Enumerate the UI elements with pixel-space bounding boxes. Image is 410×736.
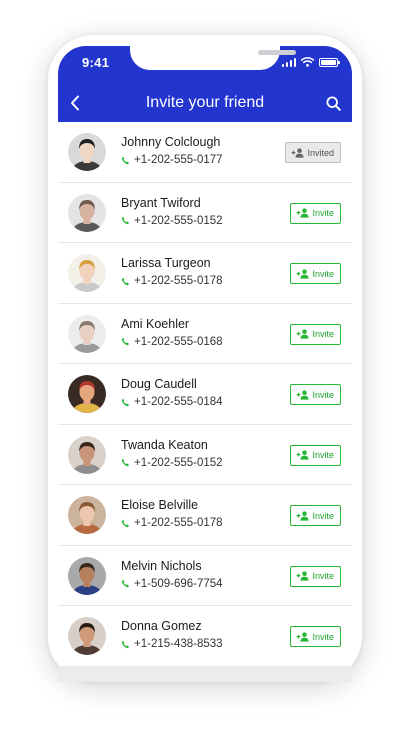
contact-row[interactable]: Melvin Nichols +1-509-696-7754 Invite: [58, 545, 352, 606]
contact-phone: +1-202-555-0152: [121, 457, 223, 469]
invite-button[interactable]: Invite: [290, 444, 341, 466]
invite-button[interactable]: Invite: [290, 565, 341, 587]
invite-button[interactable]: Invite: [290, 202, 341, 224]
signal-icon: [281, 57, 296, 67]
contact-row[interactable]: Larissa Turgeon +1-202-555-0178 Invite: [58, 243, 352, 304]
avatar: [68, 133, 106, 171]
add-user-icon: [297, 510, 310, 521]
contact-row[interactable]: Doug Caudell +1-202-555-0184 Invite: [58, 364, 352, 425]
wifi-icon: [301, 57, 314, 67]
avatar: [68, 435, 106, 474]
contact-phone: +1-202-555-0152: [121, 215, 223, 227]
contact-phone: +1-202-555-0168: [121, 336, 223, 348]
phone-icon: [121, 156, 129, 164]
invite-label: Invite: [312, 450, 334, 460]
add-user-icon: [297, 329, 310, 339]
invite-button[interactable]: Invite: [290, 626, 341, 647]
avatar: [68, 254, 106, 292]
status-icons: [281, 57, 340, 67]
phone-number: +1-202-555-0152: [134, 214, 223, 227]
phone-icon: [121, 519, 129, 527]
app-header: 9:41 Invite your friend: [58, 46, 352, 122]
contact-list: Johnny Colclough +1-202-555-0177 Invited: [58, 122, 352, 667]
add-user-icon: [297, 268, 310, 279]
phone-number: +1-202-555-0152: [134, 456, 223, 469]
contact-name: Donna Gomez: [121, 619, 202, 633]
contact-name: Twanda Keaton: [121, 437, 208, 452]
phone-number: +1-202-555-0178: [134, 517, 223, 529]
invite-label: Invite: [312, 571, 334, 581]
phone-icon: [121, 458, 129, 467]
contact-name: Doug Caudell: [121, 377, 197, 391]
phone-number: +1-202-555-0178: [134, 275, 223, 287]
contact-name: Ami Koehler: [121, 316, 190, 331]
add-user-icon: [297, 389, 310, 400]
app-screen: 9:41 Invite your friend Johnny Colclough…: [58, 46, 352, 682]
contact-row[interactable]: Donna Gomez +1-215-438-8533 Invite: [58, 606, 352, 667]
contact-phone: +1-202-555-0178: [121, 275, 223, 287]
invite-button[interactable]: Invite: [290, 384, 341, 405]
invite-button[interactable]: Invite: [290, 263, 341, 284]
phone-number: +1-202-555-0177: [134, 154, 223, 166]
search-button[interactable]: [322, 92, 344, 114]
add-user-icon: [297, 631, 310, 642]
invite-label: Invite: [312, 510, 334, 521]
invite-label: Invited: [307, 147, 334, 158]
phone-icon: [121, 337, 129, 346]
contact-row[interactable]: Twanda Keaton +1-202-555-0152 Invite: [58, 424, 352, 485]
page-title: Invite your friend: [145, 94, 265, 111]
avatar: [68, 375, 106, 413]
add-user-icon: [297, 571, 310, 581]
phone-number: +1-202-555-0184: [134, 396, 223, 408]
speaker-grille: [258, 50, 296, 55]
invite-button[interactable]: Invite: [290, 323, 341, 345]
contact-row[interactable]: Johnny Colclough +1-202-555-0177 Invited: [58, 122, 352, 183]
invite-button[interactable]: Invite: [290, 505, 341, 526]
device-notch: [130, 46, 296, 70]
phone-number: +1-202-555-0168: [134, 335, 223, 348]
add-user-icon: [297, 208, 310, 218]
phone-icon: [121, 640, 129, 648]
contact-row[interactable]: Ami Koehler +1-202-555-0168 Invite: [58, 303, 352, 364]
status-time: 9:41: [82, 55, 110, 70]
add-user-icon: [297, 450, 310, 460]
avatar: [68, 193, 106, 232]
avatar: [68, 496, 106, 534]
contact-name: Melvin Nichols: [121, 558, 202, 573]
phone-icon: [121, 216, 129, 225]
contact-name: Larissa Turgeon: [121, 256, 211, 270]
contact-row[interactable]: Bryant Twiford +1-202-555-0152 Invite: [58, 182, 352, 243]
contact-name: Johnny Colclough: [121, 135, 221, 149]
contact-name: Bryant Twiford: [121, 195, 201, 210]
contact-phone: +1-202-555-0177: [121, 154, 223, 166]
invited-button[interactable]: Invited: [285, 142, 341, 163]
add-user-icon: [292, 147, 305, 158]
phone-number: +1-509-696-7754: [134, 577, 223, 590]
invite-label: Invite: [312, 389, 334, 400]
avatar: [68, 314, 106, 353]
contact-row[interactable]: Eloise Belville +1-202-555-0178 Invite: [58, 485, 352, 546]
contact-phone: +1-202-555-0178: [121, 517, 223, 529]
contact-phone: +1-215-438-8533: [121, 638, 223, 650]
contact-phone: +1-509-696-7754: [121, 578, 223, 590]
battery-icon: [319, 57, 340, 67]
invite-label: Invite: [312, 268, 334, 279]
invite-label: Invite: [312, 329, 334, 339]
phone-icon: [121, 579, 129, 588]
phone-icon: [121, 277, 129, 285]
contact-phone: +1-202-555-0184: [121, 396, 223, 408]
invite-label: Invite: [312, 208, 334, 218]
phone-number: +1-215-438-8533: [134, 638, 223, 650]
phone-icon: [121, 398, 129, 406]
avatar: [68, 556, 106, 595]
contact-name: Eloise Belville: [121, 498, 199, 512]
invite-label: Invite: [312, 631, 334, 642]
search-icon: [325, 95, 341, 111]
avatar: [68, 617, 106, 655]
